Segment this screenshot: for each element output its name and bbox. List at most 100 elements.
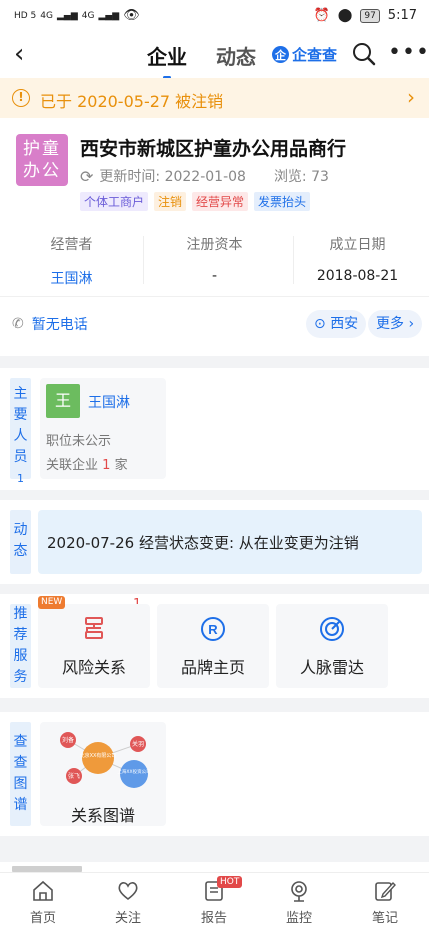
graph-node-label: 北京XX有限公司	[80, 752, 117, 759]
tag-individual-business[interactable]: 个体工商户	[80, 192, 149, 211]
bottom-tab-label: 报告	[200, 911, 227, 926]
updated-time: 更新时间: 2022-01-08	[99, 169, 246, 185]
graph-node-label: 刘备	[62, 736, 74, 744]
bottom-tab-follow[interactable]: 关注	[93, 879, 163, 926]
service-label: 人脉雷达	[299, 658, 364, 677]
more-info-button[interactable]: 更多 ›	[368, 310, 423, 338]
phone-row[interactable]: ✆ 暂无电话	[12, 314, 88, 334]
refresh-icon[interactable]: ⟳	[80, 167, 93, 186]
risk-relations-icon	[85, 617, 103, 639]
qcc-logo-icon: 企	[272, 46, 289, 63]
recommended-services-section: 推 荐 服 务 NEW 1 风险关系 R 品牌主页 人脉雷达	[0, 594, 429, 698]
map-pin-icon: ⊙	[314, 316, 326, 332]
graph-title: 关系图谱	[70, 806, 135, 825]
label-count: 1	[17, 472, 24, 485]
avatar: 王	[46, 384, 80, 418]
next-section-peek	[0, 862, 429, 872]
label-char: 查	[13, 755, 28, 771]
stat-label: 经营者	[50, 237, 93, 253]
label-char: 人	[13, 428, 28, 444]
search-icon[interactable]	[352, 42, 376, 66]
bottom-nav-bar: 首页 关注 HOT 报告 监控 笔记	[0, 872, 429, 930]
new-badge: NEW	[38, 596, 66, 609]
bottom-tab-notes[interactable]: 笔记	[350, 879, 420, 926]
label-char: 主	[13, 386, 28, 402]
eye-icon: 👁	[123, 8, 140, 23]
dynamics-section: 动 态 2020-07-26 经营状态变更: 从在业变更为注销	[0, 500, 429, 584]
dynamics-label[interactable]: 动 态	[10, 510, 31, 574]
key-people-label[interactable]: 主 要 人 员 1	[10, 378, 31, 485]
label-char: 务	[13, 669, 28, 685]
back-chevron-icon[interactable]: ‹	[14, 40, 38, 68]
service-label: 品牌主页	[180, 658, 245, 677]
company-meta: ⟳ 更新时间: 2022-01-08 浏览: 73	[80, 166, 329, 186]
label-char: 图	[13, 776, 28, 792]
signal-icon: ▂▄▆	[57, 10, 78, 21]
location-text: 西安	[330, 316, 359, 332]
network-radar-button[interactable]: 人脉雷达	[276, 604, 388, 688]
location-status-icon: ⬤	[337, 8, 353, 23]
person-name[interactable]: 王国淋	[88, 392, 130, 412]
stat-registered-capital: 注册资本 -	[143, 228, 286, 284]
signal-icon-2: ▂▄▆	[98, 10, 120, 21]
clock: 5:17	[387, 8, 417, 23]
tab-company[interactable]: 企业	[147, 41, 187, 79]
tag-cancelled[interactable]: 注销	[154, 192, 187, 211]
risk-relations-button[interactable]: 风险关系	[38, 604, 150, 688]
battery-indicator: 97	[360, 8, 380, 23]
notes-edit-icon	[375, 881, 396, 901]
stat-label: 成立日期	[329, 237, 386, 253]
network-4g-2: 4G	[81, 10, 95, 21]
bottom-tab-home[interactable]: 首页	[8, 879, 78, 926]
brand-homepage-button[interactable]: R 品牌主页	[157, 604, 269, 688]
key-people-section: 主 要 人 员 1 王 王国淋 职位未公示 关联企业 1 家	[0, 368, 429, 490]
stat-value: 2018-08-21	[316, 268, 399, 284]
location-button[interactable]: ⊙ 西安	[306, 310, 367, 338]
services-label[interactable]: 推 荐 服 务	[10, 604, 31, 688]
home-icon	[33, 880, 53, 901]
dynamics-card[interactable]: 2020-07-26 经营状态变更: 从在业变更为注销	[38, 510, 422, 574]
company-stats: 经营者 王国淋 注册资本 - 成立日期 2018-08-21	[0, 228, 429, 292]
company-name: 西安市新城区护童办公用品商行	[80, 138, 347, 160]
graph-label[interactable]: 查 查 图 谱	[10, 722, 31, 826]
tag-abnormal[interactable]: 经营异常	[192, 192, 249, 211]
top-nav-bar: ‹ 企业 动态 企 企查查 •••	[0, 32, 429, 79]
graph-thumbnail: 刘备 北京XX有限公司 关羽 张飞 上海XX投资公司	[60, 732, 151, 788]
tag-invoice-header[interactable]: 发票抬头	[254, 192, 311, 211]
company-tags: 个体工商户 注销 经营异常 发票抬头	[80, 192, 311, 211]
related-prefix: 关联企业	[46, 458, 99, 473]
more-options-icon[interactable]: •••	[388, 42, 429, 64]
relationship-graph-card[interactable]: 刘备 北京XX有限公司 关羽 张飞 上海XX投资公司 关系图谱	[40, 722, 166, 826]
stat-operator: 经营者 王国淋	[0, 228, 143, 288]
tab-dynamics[interactable]: 动态	[216, 41, 256, 70]
label-char: 荐	[13, 627, 28, 643]
graph-node-label: 关羽	[132, 740, 144, 748]
alarm-icon: ⏰	[313, 8, 330, 23]
status-bar: HD 5 4G ▂▄▆ 4G ▂▄▆ 👁 ⏰ ⬤ 97 5:17	[0, 0, 429, 32]
bottom-tab-label: 笔记	[371, 911, 398, 926]
phone-icon: ✆	[12, 316, 24, 332]
person-role: 职位未公示	[46, 434, 112, 449]
bottom-tab-report[interactable]: HOT 报告	[179, 876, 249, 926]
bottom-tab-label: 监控	[285, 911, 312, 926]
cancelled-alert-banner[interactable]: ! 已于 2020-05-27 被注销 ›	[0, 78, 429, 118]
camera-monitor-icon	[291, 881, 307, 902]
bottom-tab-label: 关注	[114, 911, 141, 926]
related-suffix: 家	[114, 458, 128, 473]
brand-logo[interactable]: 企 企查查	[272, 44, 337, 65]
label-char: 动	[13, 522, 28, 538]
bottom-tab-label: 首页	[29, 911, 56, 926]
hd-indicator: HD 5	[14, 10, 37, 21]
status-signal-group: HD 5 4G ▂▄▆ 4G ▂▄▆ 👁	[14, 8, 140, 23]
divider	[0, 296, 429, 297]
stat-label: 注册资本	[186, 237, 243, 253]
stat-value-link[interactable]: 王国淋	[0, 268, 143, 288]
phone-text: 暂无电话	[31, 317, 88, 333]
brand-name: 企查查	[292, 46, 338, 64]
service-label: 风险关系	[61, 658, 126, 677]
info-icon: !	[12, 89, 30, 107]
stat-established-date: 成立日期 2018-08-21	[286, 228, 429, 284]
person-card[interactable]: 王 王国淋 职位未公示 关联企业 1 家	[40, 378, 166, 479]
view-count: 浏览: 73	[273, 169, 329, 185]
bottom-tab-monitor[interactable]: 监控	[264, 879, 334, 926]
